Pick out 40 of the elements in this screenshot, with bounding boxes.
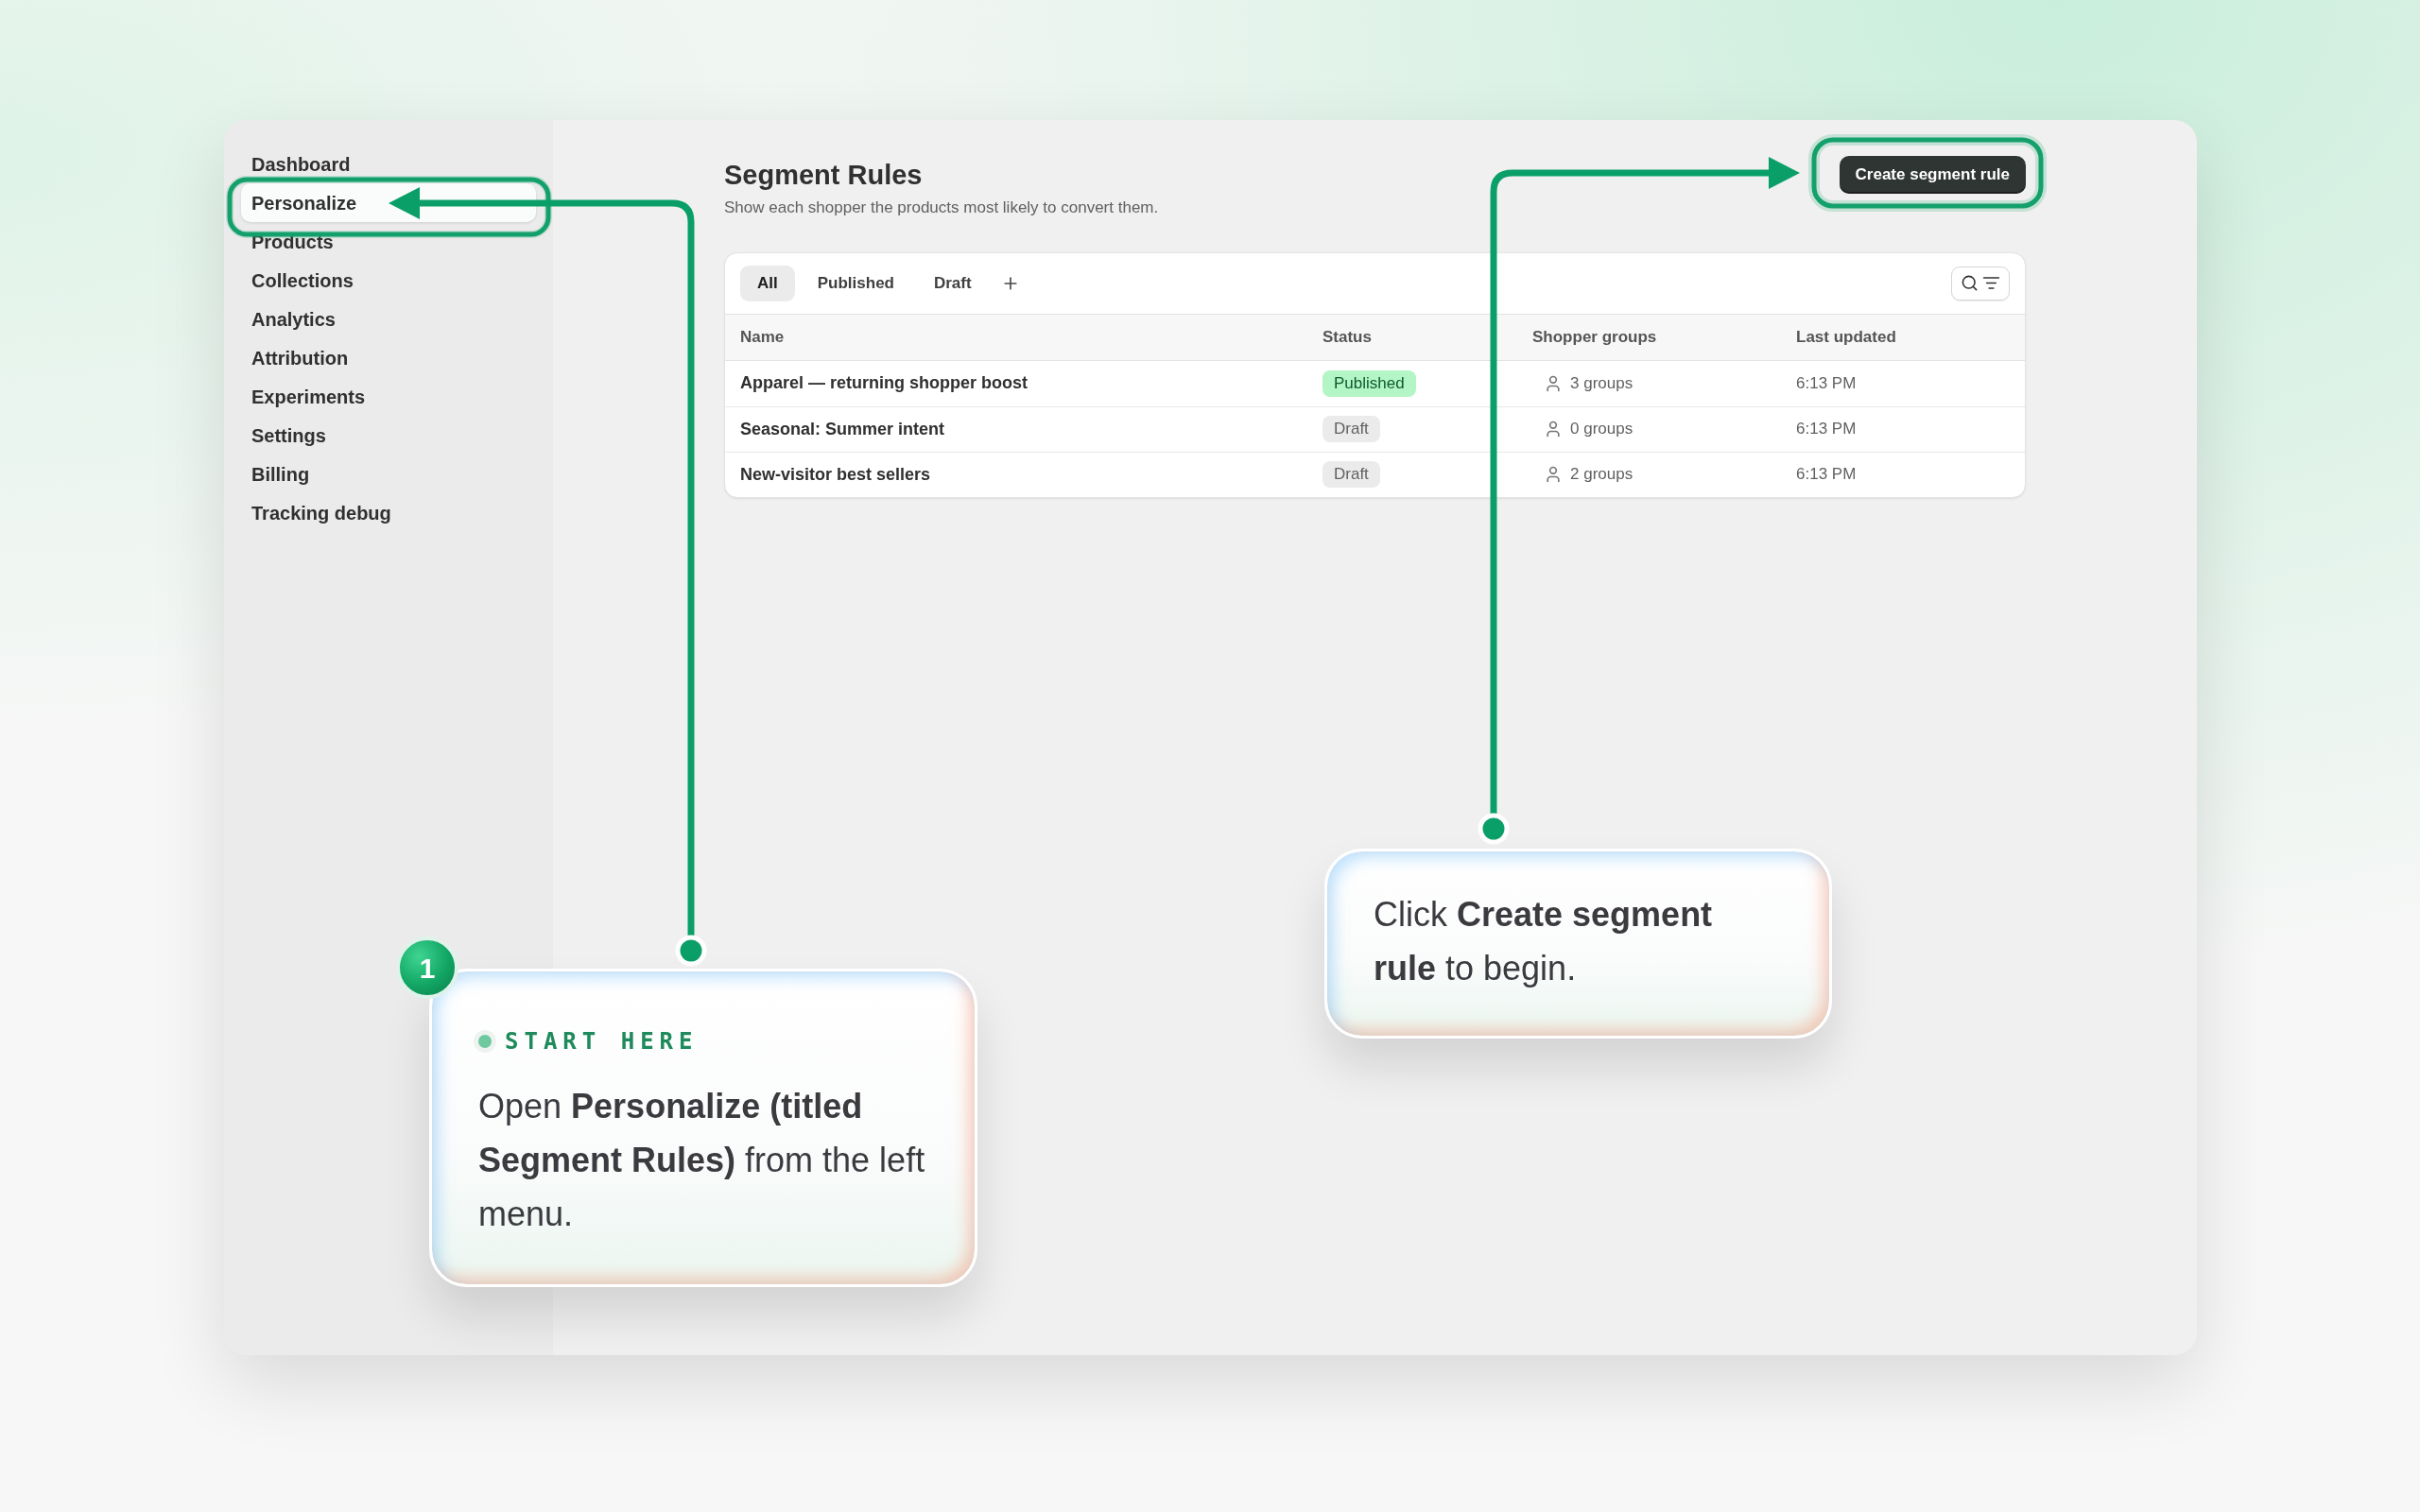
sidebar-item[interactable]: Dashboard [241,145,536,183]
sidebar-item[interactable]: Experiments [241,377,536,416]
sidebar-item[interactable]: Billing [241,455,536,493]
sidebar-item[interactable]: Collections [241,261,536,300]
groups-count: 3 groups [1570,372,1634,394]
sidebar-item[interactable]: Products [241,222,536,261]
person-icon [1544,420,1563,438]
filter-tab[interactable]: Published [800,265,911,301]
rule-name[interactable]: Apparel — returning shopper boost [740,370,1322,396]
groups-count: 2 groups [1570,464,1634,486]
callout-text: Click Create segment rule to begin. [1374,894,1714,989]
person-icon [1544,373,1563,393]
updated-time: 6:13 PM [1796,419,1858,440]
sidebar-item[interactable]: Tracking debug [241,493,536,532]
column-header: Status [1322,326,1373,348]
updated-time: 6:13 PM [1796,464,1858,486]
sidebar-item[interactable]: Analytics [241,300,536,338]
sidebar-item[interactable]: Attribution [241,338,536,377]
page-title: Segment Rules [724,159,924,192]
status-badge: Published [1322,369,1416,397]
updated-time: 6:13 PM [1796,372,1858,394]
column-header: Last updated [1796,326,1897,348]
search-filter-button[interactable] [1951,266,2010,301]
callout-text: Open Personalize (titled Segment Rules) from the left menu. [478,1086,926,1235]
filter-tab[interactable]: All [740,265,795,301]
column-header: Shopper groups [1532,326,1658,348]
callout-eyebrow: START HERE [505,1027,699,1057]
rule-name[interactable]: Seasonal: Summer intent [740,416,1322,442]
page-subtitle: Show each shopper the products most likely to convert them. [724,198,1159,218]
filter-tab[interactable]: Draft [916,265,989,301]
column-header: Name [740,326,786,348]
person-icon [1544,465,1563,484]
status-badge: Draft [1322,461,1380,488]
status-badge: Draft [1322,416,1380,442]
groups-count: 0 groups [1570,419,1634,440]
search-icon [1961,274,1979,292]
sidebar-item[interactable]: Settings [241,416,536,455]
filter-icon [1982,274,2000,292]
create-segment-rule-button[interactable]: Create segment rule [1839,156,2026,194]
rule-name[interactable]: New-visitor best sellers [740,461,1322,488]
